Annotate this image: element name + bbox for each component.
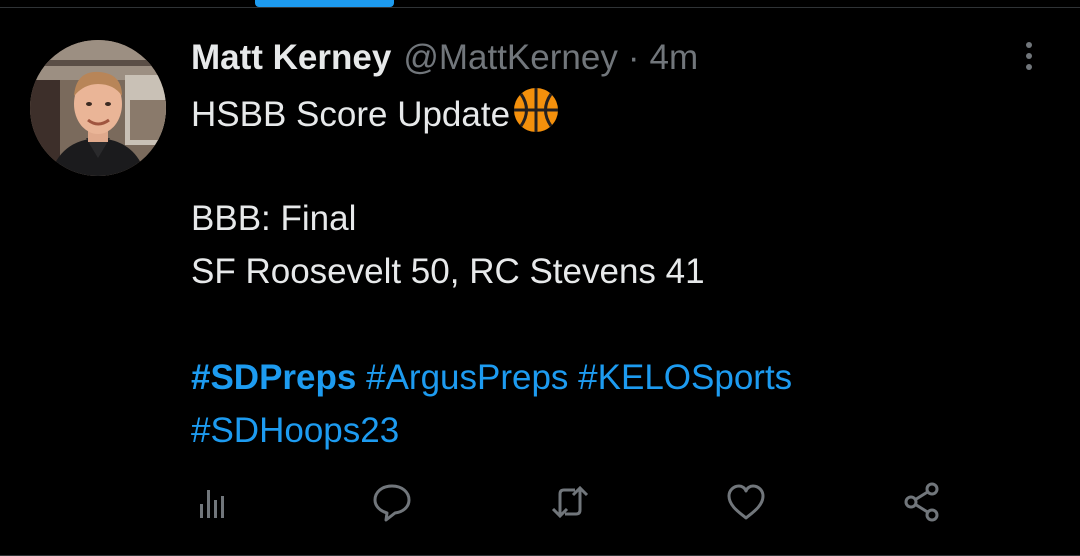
tweet-line-status: BBB: Final: [191, 199, 357, 238]
tweet-actions: [0, 480, 1080, 524]
hashtag-kelosports[interactable]: #KELOSports: [578, 358, 792, 397]
like-icon: [727, 484, 765, 520]
retweet-button[interactable]: [548, 480, 592, 524]
share-icon: [904, 482, 939, 522]
avatar[interactable]: [30, 40, 166, 176]
analytics-icon: [200, 490, 224, 518]
header-separator: ·: [627, 38, 640, 77]
retweet-icon: [551, 485, 589, 519]
tweet-line-score: SF Roosevelt 50, RC Stevens 41: [191, 252, 705, 291]
tweet-screen: Matt Kerney @MattKerney · 4m HSBB Score …: [0, 0, 1080, 556]
display-name[interactable]: Matt Kerney: [191, 38, 391, 78]
headline-text: HSBB Score Update: [191, 95, 511, 134]
tweet-text: HSBB Score Update BBB: Final SF Roosevel…: [191, 86, 1051, 457]
reply-button[interactable]: [370, 480, 414, 524]
share-button[interactable]: [900, 480, 944, 524]
hashtag-line-2: #SDHoops23: [191, 404, 1051, 457]
tweet-line-headline: HSBB Score Update: [191, 86, 1051, 139]
avatar-image: [30, 40, 166, 176]
tweet-timestamp[interactable]: 4m: [649, 38, 698, 78]
more-options-icon[interactable]: [1016, 40, 1042, 72]
tweet-header: Matt Kerney @MattKerney · 4m: [191, 36, 698, 80]
reply-icon: [373, 484, 411, 522]
analytics-button[interactable]: [192, 480, 236, 524]
active-tab-indicator: [255, 0, 394, 7]
like-button[interactable]: [724, 480, 768, 524]
hashtag-line-1: #SDPreps #ArgusPreps #KELOSports: [191, 351, 1051, 404]
hashtag-sdhoops23[interactable]: #SDHoops23: [191, 411, 399, 450]
top-divider: [0, 7, 1080, 8]
user-handle[interactable]: @MattKerney: [403, 38, 618, 78]
basketball-emoji-icon: [514, 88, 559, 132]
hashtag-sdpreps[interactable]: #SDPreps: [191, 358, 356, 397]
hashtag-arguspreps[interactable]: #ArgusPreps: [366, 358, 568, 397]
